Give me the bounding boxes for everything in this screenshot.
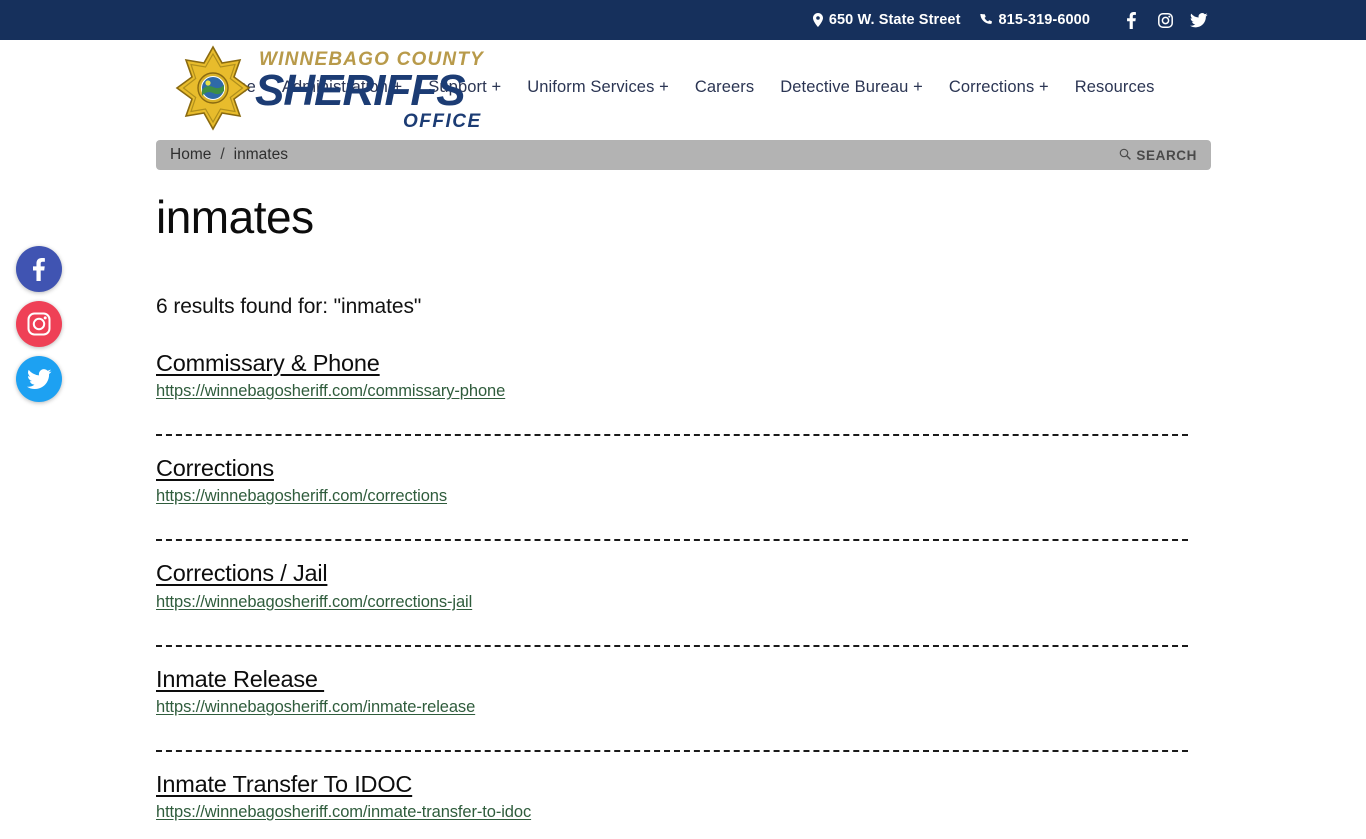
breadcrumb-current: inmates [233, 146, 288, 163]
map-pin-icon [812, 13, 823, 27]
result-title-link[interactable]: Corrections / Jail [156, 559, 328, 588]
search-button-label: SEARCH [1136, 147, 1197, 163]
address-link[interactable]: 650 W. State Street [812, 12, 961, 28]
twitter-icon[interactable] [1182, 7, 1216, 33]
search-button[interactable]: SEARCH [1119, 148, 1197, 163]
result-title-link[interactable]: Corrections [156, 454, 274, 483]
nav-item-home[interactable]: Home [198, 78, 268, 97]
top-utility-bar: 650 W. State Street 815-319-6000 [0, 0, 1366, 40]
breadcrumb-home-link[interactable]: Home [170, 146, 211, 164]
result-url-link[interactable]: https://winnebagosheriff.com/corrections [156, 487, 1211, 506]
breadcrumb: Home / inmates SEARCH [156, 140, 1211, 170]
result-title-link[interactable]: Inmate Release [156, 665, 324, 694]
breadcrumb-separator: / [220, 146, 225, 163]
nav-item-careers[interactable]: Careers [682, 78, 767, 97]
main-content: inmates 6 results found for: "inmates" C… [156, 170, 1211, 839]
instagram-icon[interactable] [1148, 7, 1182, 33]
twitter-icon[interactable] [16, 356, 62, 402]
result-url-link[interactable]: https://winnebagosheriff.com/commissary-… [156, 382, 1211, 401]
result-url-link[interactable]: https://winnebagosheriff.com/corrections… [156, 593, 1211, 612]
phone-link[interactable]: 815-319-6000 [979, 12, 1091, 28]
search-result-item: Corrections https://winnebagosheriff.com… [156, 436, 1211, 523]
nav-item-uniform-services[interactable]: Uniform Services + [514, 78, 682, 97]
facebook-icon[interactable] [16, 246, 62, 292]
nav-item-corrections[interactable]: Corrections + [936, 78, 1062, 97]
phone-icon [979, 13, 993, 27]
nav-item-support[interactable]: Support + [415, 78, 514, 97]
search-result-item: Inmate Release https://winnebagosheriff.… [156, 647, 1211, 734]
page-title: inmates [156, 191, 314, 243]
result-url-link[interactable]: https://winnebagosheriff.com/inmate-tran… [156, 803, 1211, 822]
main-navigation: Home Administration + Support + Uniform … [0, 40, 1366, 135]
search-result-item: Inmate Transfer To IDOC https://winnebag… [156, 752, 1211, 839]
search-result-item: Corrections / Jail https://winnebagosher… [156, 541, 1211, 628]
search-result-item: Commissary & Phone https://winnebagosher… [156, 349, 1211, 418]
floating-social-rail [16, 246, 62, 402]
result-title-link[interactable]: Commissary & Phone [156, 349, 380, 378]
result-url-link[interactable]: https://winnebagosheriff.com/inmate-rele… [156, 698, 1211, 717]
address-text: 650 W. State Street [828, 12, 961, 28]
nav-item-detective-bureau[interactable]: Detective Bureau + [767, 78, 936, 97]
search-icon [1119, 148, 1132, 163]
topbar-social-links [1114, 7, 1216, 33]
result-title-link[interactable]: Inmate Transfer To IDOC [156, 770, 412, 799]
search-results-list: Commissary & Phone https://winnebagosher… [156, 349, 1211, 839]
nav-item-resources[interactable]: Resources [1062, 78, 1168, 97]
phone-text: 815-319-6000 [998, 12, 1090, 28]
results-summary: 6 results found for: "inmates" [156, 294, 422, 318]
instagram-icon[interactable] [16, 301, 62, 347]
site-header: Home Administration + Support + Uniform … [0, 40, 1366, 135]
nav-item-administration[interactable]: Administration + [269, 78, 415, 97]
facebook-icon[interactable] [1114, 7, 1148, 33]
